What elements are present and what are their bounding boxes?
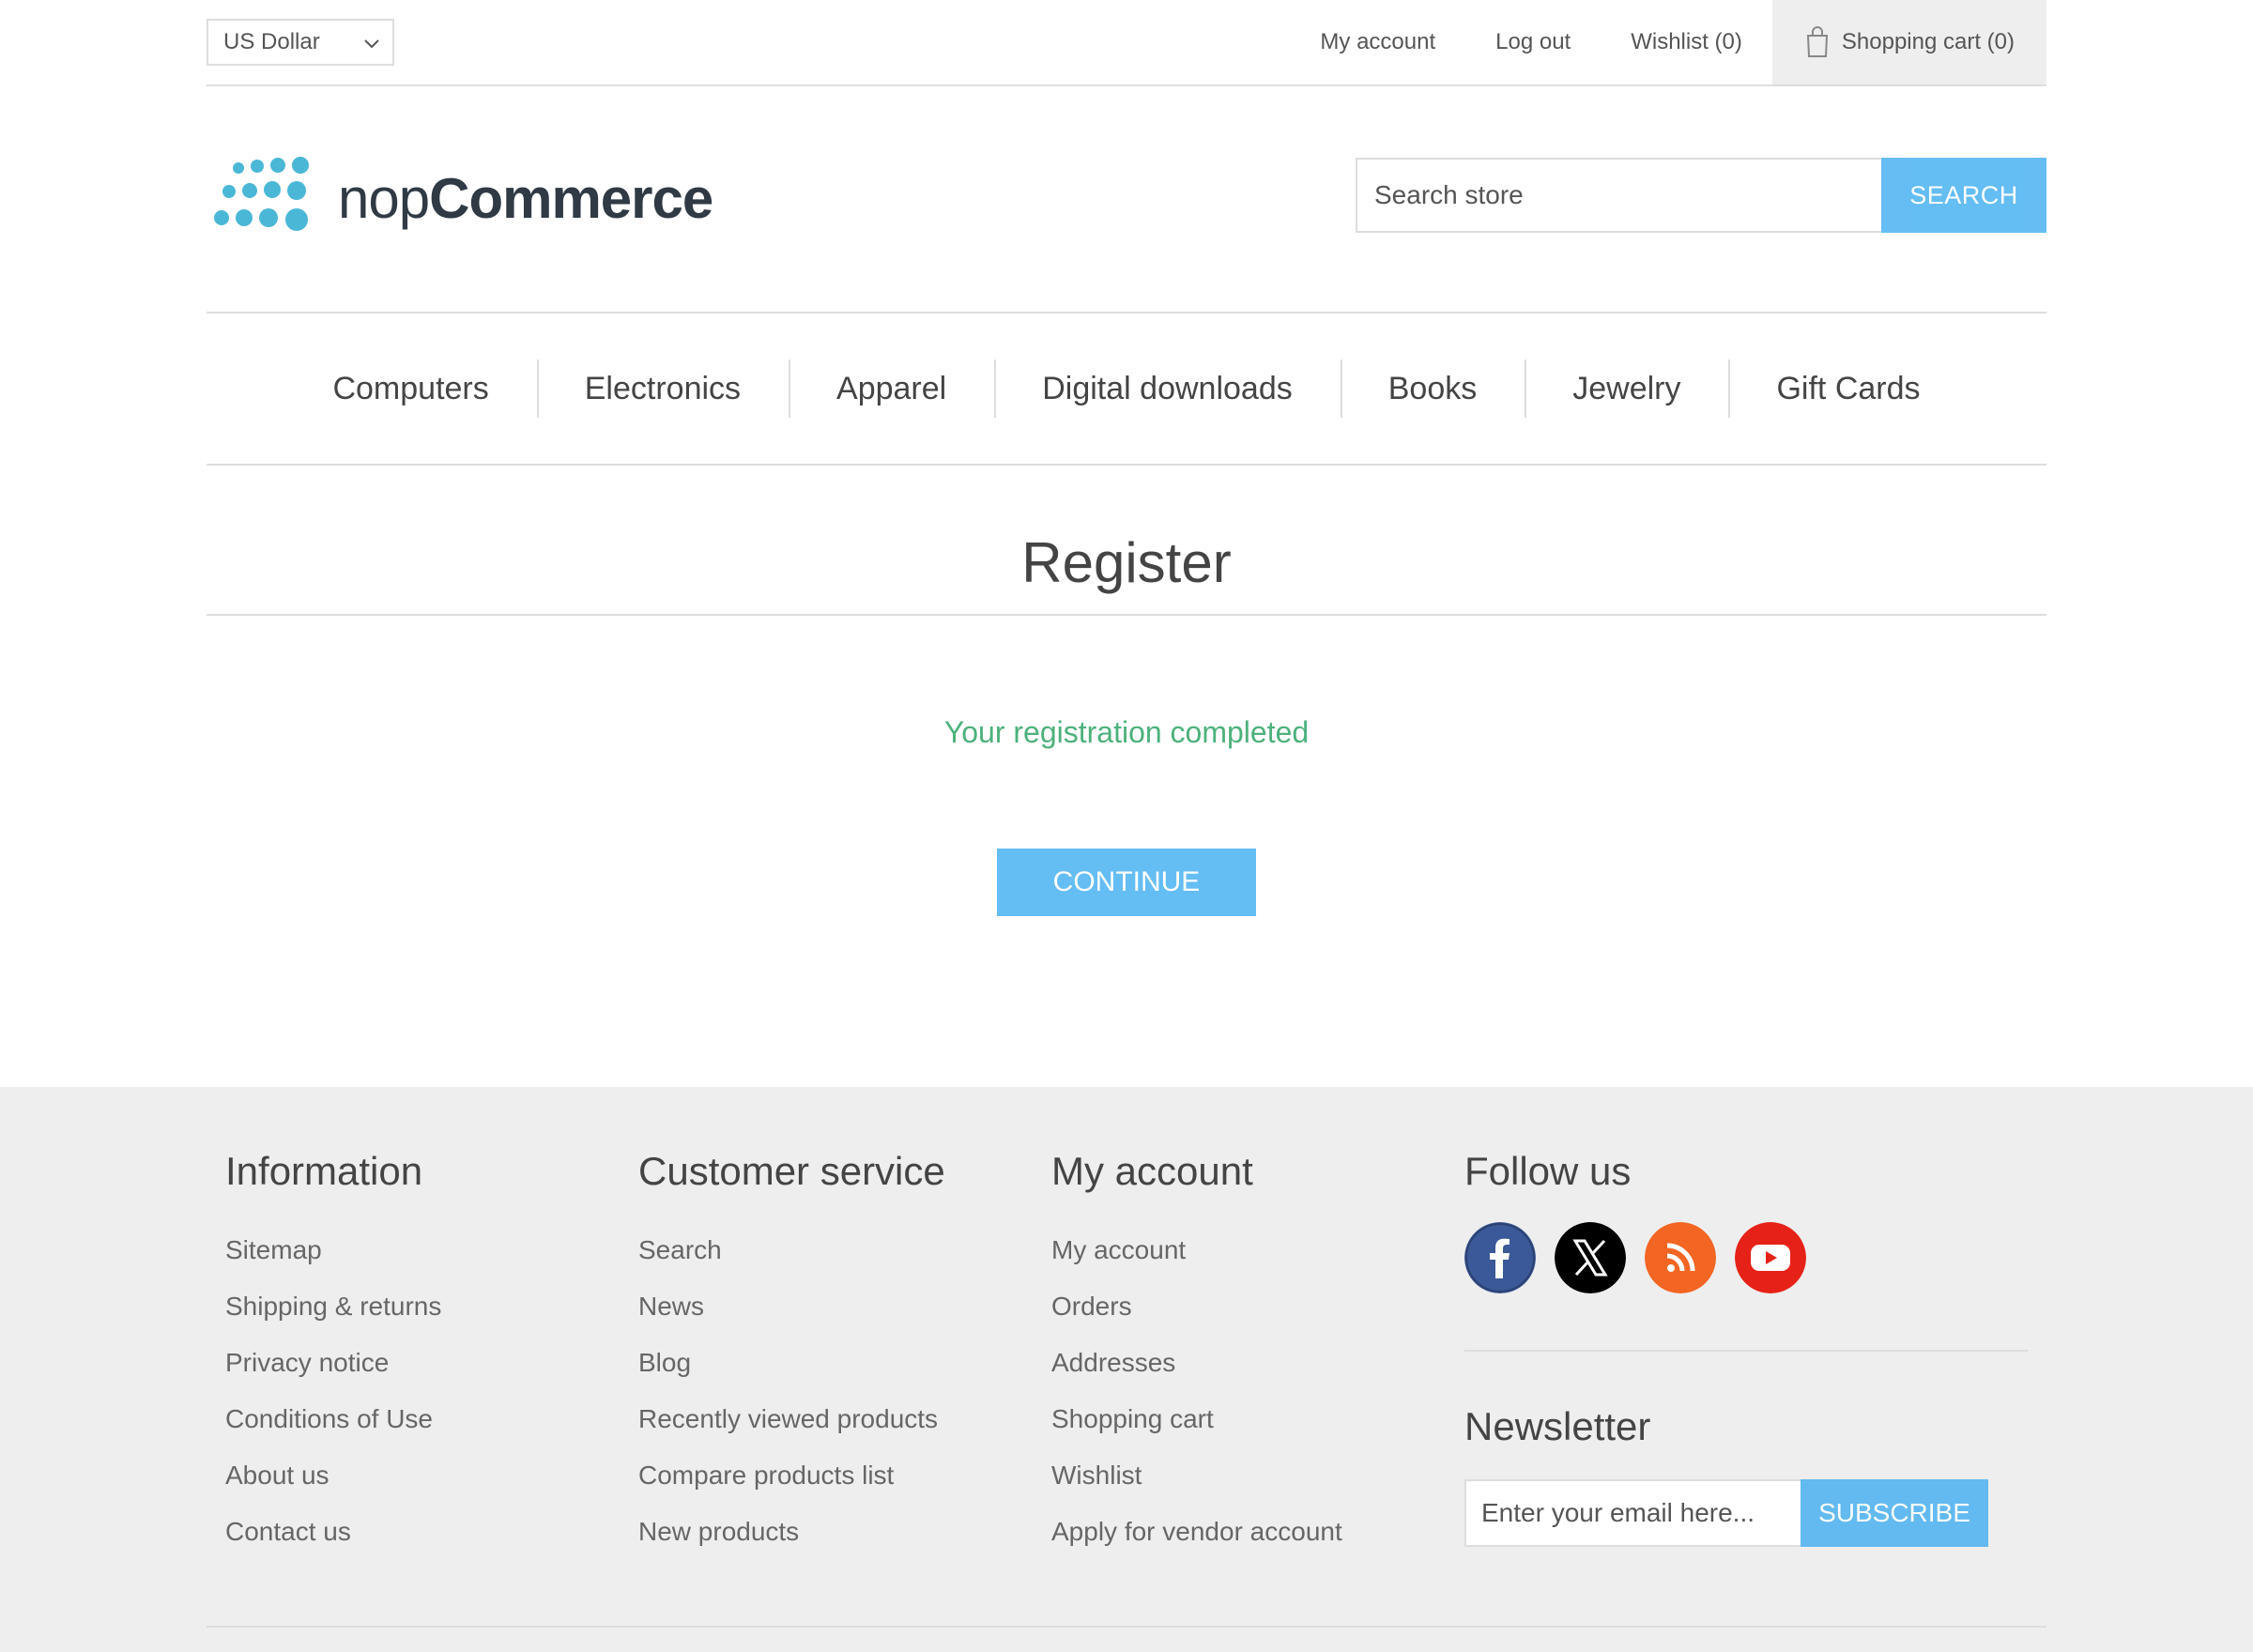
footer-link-compare-products[interactable]: Compare products list: [638, 1447, 945, 1504]
footer-information-title: Information: [225, 1149, 423, 1193]
log-out-link[interactable]: Log out: [1465, 0, 1601, 84]
registration-result-message: Your registration completed: [943, 715, 1310, 749]
footer-link-wishlist[interactable]: Wishlist: [1051, 1447, 1342, 1504]
youtube-icon[interactable]: [1735, 1222, 1806, 1293]
continue-button[interactable]: CONTINUE: [997, 849, 1256, 916]
shopping-cart-link[interactable]: Shopping cart (0): [1771, 0, 2046, 84]
footer-customer-service-title: Customer service: [638, 1149, 945, 1193]
newsletter-email-input[interactable]: [1464, 1479, 1801, 1547]
logo-text-light: nop: [338, 166, 430, 230]
newsletter-form: SUBSCRIBE: [1464, 1479, 1988, 1547]
footer-link-my-account[interactable]: My account: [1051, 1222, 1342, 1278]
footer-link-about-us[interactable]: About us: [225, 1447, 441, 1504]
search-input[interactable]: [1356, 158, 1881, 233]
wishlist-link[interactable]: Wishlist (0): [1601, 0, 1772, 84]
menu-item-computers[interactable]: Computers: [284, 359, 536, 418]
footer-link-shopping-cart[interactable]: Shopping cart: [1051, 1391, 1342, 1447]
menu-item-digital-downloads[interactable]: Digital downloads: [994, 359, 1341, 418]
shopping-bag-icon: [1806, 26, 1828, 57]
store-logo[interactable]: nopCommerce: [208, 156, 713, 240]
footer-link-search[interactable]: Search: [638, 1222, 945, 1278]
footer-divider: [1464, 1350, 2028, 1352]
footer-link-news[interactable]: News: [638, 1278, 945, 1335]
shopping-cart-label: Shopping cart (0): [1841, 29, 2015, 54]
header-links-bar: US Dollar My account Log out Wishlist (0…: [207, 0, 2046, 86]
rss-icon[interactable]: [1645, 1222, 1716, 1293]
footer-customer-service: Customer service Search News Blog Recent…: [638, 1149, 945, 1560]
footer-information: Information Sitemap Shipping & returns P…: [225, 1149, 441, 1560]
footer-link-contact-us[interactable]: Contact us: [225, 1504, 441, 1560]
footer-link-blog[interactable]: Blog: [638, 1335, 945, 1391]
my-account-link[interactable]: My account: [1290, 0, 1465, 84]
footer-link-orders[interactable]: Orders: [1051, 1278, 1342, 1335]
logo-text-bold: Commerce: [429, 166, 713, 230]
search-box: SEARCH: [1356, 158, 2046, 233]
menu-item-gift-cards[interactable]: Gift Cards: [1728, 359, 1968, 418]
footer-link-new-products[interactable]: New products: [638, 1504, 945, 1560]
page-title: Register: [207, 526, 2046, 616]
search-button[interactable]: SEARCH: [1881, 158, 2046, 233]
footer-follow-us: Follow us: [1464, 1149, 1806, 1293]
currency-selector[interactable]: US Dollar: [207, 19, 394, 66]
footer-link-shipping-returns[interactable]: Shipping & returns: [225, 1278, 441, 1335]
chevron-down-icon: [364, 39, 379, 49]
footer-bottom-divider: [207, 1626, 2046, 1628]
menu-item-electronics[interactable]: Electronics: [536, 359, 789, 418]
footer-link-conditions-of-use[interactable]: Conditions of Use: [225, 1391, 441, 1447]
logo-dots-icon: [214, 157, 309, 231]
menu-item-books[interactable]: Books: [1340, 359, 1525, 418]
newsletter-title: Newsletter: [1464, 1404, 1651, 1448]
x-twitter-icon[interactable]: [1555, 1222, 1626, 1293]
facebook-icon[interactable]: [1464, 1222, 1536, 1293]
footer-link-privacy-notice[interactable]: Privacy notice: [225, 1335, 441, 1391]
footer-my-account: My account My account Orders Addresses S…: [1051, 1149, 1342, 1560]
subscribe-button[interactable]: SUBSCRIBE: [1801, 1479, 1988, 1547]
header-links: My account Log out Wishlist (0) Shopping…: [1290, 0, 2046, 84]
menu-item-apparel[interactable]: Apparel: [789, 359, 994, 418]
footer-my-account-title: My account: [1051, 1149, 1253, 1193]
footer-link-sitemap[interactable]: Sitemap: [225, 1222, 441, 1278]
footer-link-addresses[interactable]: Addresses: [1051, 1335, 1342, 1391]
logo-text: nopCommerce: [338, 166, 713, 231]
footer-follow-us-title: Follow us: [1464, 1149, 1632, 1193]
footer-link-recently-viewed[interactable]: Recently viewed products: [638, 1391, 945, 1447]
footer: Information Sitemap Shipping & returns P…: [0, 1087, 2253, 1652]
currency-value: US Dollar: [223, 29, 320, 54]
menu-item-jewelry[interactable]: Jewelry: [1525, 359, 1728, 418]
top-menu: Computers Electronics Apparel Digital do…: [207, 312, 2046, 466]
social-links: [1464, 1222, 1806, 1293]
footer-link-apply-vendor[interactable]: Apply for vendor account: [1051, 1504, 1342, 1560]
